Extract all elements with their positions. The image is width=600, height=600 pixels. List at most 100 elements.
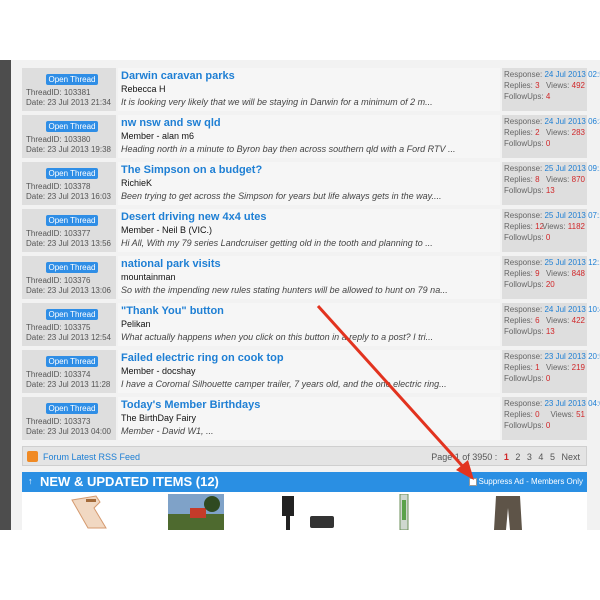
followups-label: FollowUps: xyxy=(504,186,544,195)
open-thread-button[interactable]: Open Thread xyxy=(46,168,98,179)
page-link-2[interactable]: 2 xyxy=(515,452,520,462)
thread-title-link[interactable]: Desert driving new 4x4 utes xyxy=(121,211,267,223)
thread-author: Member - Neil B (VIC.) xyxy=(121,225,213,235)
page-bottom xyxy=(0,530,600,600)
thread-date: Date: 23 Jul 2013 12:54 xyxy=(26,333,111,342)
thread-stats-cell: Response: 23 Jul 2013 20:54 Replies: 1 V… xyxy=(502,350,600,393)
views-label: Views: xyxy=(545,269,570,278)
thread-date-label: Date: xyxy=(26,286,46,295)
product-image-1[interactable] xyxy=(66,494,114,530)
followups-stat: FollowUps: 4 xyxy=(504,92,550,101)
open-thread-button[interactable]: Open Thread xyxy=(46,309,98,320)
followups-label: FollowUps: xyxy=(504,421,544,430)
followups-stat: FollowUps: 0 xyxy=(504,421,550,430)
response-date: 23 Jul 2013 04:00 xyxy=(544,399,600,408)
thread-title-link[interactable]: Darwin caravan parks xyxy=(121,70,235,82)
open-thread-button[interactable]: Open Thread xyxy=(46,121,98,132)
page-link-5[interactable]: 5 xyxy=(550,452,555,462)
replies-count: 3 xyxy=(535,81,540,90)
followups-stat: FollowUps: 0 xyxy=(504,139,550,148)
thread-excerpt: Hi All, With my 79 series Landcruiser ge… xyxy=(121,238,433,248)
open-thread-button[interactable]: Open Thread xyxy=(46,74,98,85)
thread-title-link[interactable]: The Simpson on a budget? xyxy=(121,164,262,176)
product-image-5[interactable] xyxy=(490,494,526,530)
thread-excerpt: What actually happens when you click on … xyxy=(121,332,434,342)
thread-content-cell: national park visits mountainman So with… xyxy=(118,256,500,299)
thread-list-footer: Forum Latest RSS Feed Page 1 of 3950 : 1… xyxy=(22,446,587,466)
rss-icon[interactable] xyxy=(27,451,38,462)
thread-date-value: 23 Jul 2013 21:34 xyxy=(47,98,111,107)
followups-label: FollowUps: xyxy=(504,327,544,336)
replies-stat: Replies: 8 xyxy=(504,175,540,184)
response-date: 25 Jul 2013 07:11 xyxy=(544,211,600,220)
open-thread-button[interactable]: Open Thread xyxy=(46,262,98,273)
page-link-4[interactable]: 4 xyxy=(538,452,543,462)
thread-date-label: Date: xyxy=(26,427,46,436)
thread-author: mountainman xyxy=(121,272,176,282)
page-link-3[interactable]: 3 xyxy=(527,452,532,462)
rss-feed-link[interactable]: Forum Latest RSS Feed xyxy=(43,452,140,462)
response-label: Response: xyxy=(504,352,543,361)
followups-label: FollowUps: xyxy=(504,139,544,148)
views-label: Views: xyxy=(545,316,570,325)
product-image-3[interactable] xyxy=(268,494,340,530)
views-count: 870 xyxy=(571,175,585,184)
replies-label: Replies: xyxy=(504,81,533,90)
thread-excerpt: It is looking very likely that we will b… xyxy=(121,97,433,107)
replies-count: 2 xyxy=(535,128,540,137)
replies-count: 1 xyxy=(535,363,540,372)
thread-id-value: 103375 xyxy=(63,323,91,332)
thread-content-cell: nw nsw and sw qld Member - alan m6 Headi… xyxy=(118,115,500,158)
thread-id: ThreadID: 103374 xyxy=(26,370,91,379)
thread-title-link[interactable]: nw nsw and sw qld xyxy=(121,117,221,129)
replies-stat: Replies: 3 xyxy=(504,81,540,90)
views-label: Views: xyxy=(545,363,570,372)
thread-stats-cell: Response: 24 Jul 2013 10:48 Replies: 6 V… xyxy=(502,303,600,346)
thread-date: Date: 23 Jul 2013 19:38 xyxy=(26,145,111,154)
thread-row: Open Thread ThreadID: 103380 Date: 23 Ju… xyxy=(22,115,600,158)
response-date: 24 Jul 2013 06:30 xyxy=(544,117,600,126)
followups-stat: FollowUps: 0 xyxy=(504,374,550,383)
replies-count: 0 xyxy=(535,410,540,419)
thread-meta-cell: Open Thread ThreadID: 103377 Date: 23 Ju… xyxy=(22,209,116,252)
views-count: 283 xyxy=(571,128,585,137)
page-link-1[interactable]: 1 xyxy=(504,452,509,462)
product-image-4[interactable] xyxy=(394,494,414,530)
open-thread-button[interactable]: Open Thread xyxy=(46,215,98,226)
next-page-link[interactable]: Next xyxy=(561,452,580,462)
response-stat: Response: 24 Jul 2013 02:59 xyxy=(504,70,600,79)
replies-label: Replies: xyxy=(504,269,533,278)
thread-title-link[interactable]: Failed electric ring on cook top xyxy=(121,352,284,364)
views-count: 422 xyxy=(571,316,585,325)
thread-stats-cell: Response: 25 Jul 2013 12:14 Replies: 9 V… xyxy=(502,256,600,299)
thread-id-label: ThreadID: xyxy=(26,323,62,332)
replies-count: 8 xyxy=(535,175,540,184)
open-thread-button[interactable]: Open Thread xyxy=(46,403,98,414)
open-thread-button[interactable]: Open Thread xyxy=(46,356,98,367)
views-label: Views: xyxy=(542,222,566,231)
thread-date: Date: 23 Jul 2013 04:00 xyxy=(26,427,111,436)
product-image-2[interactable] xyxy=(168,494,224,530)
new-items-banner: ↑ NEW & UPDATED ITEMS (12) Suppress Ad -… xyxy=(22,472,587,492)
suppress-ad-checkbox[interactable] xyxy=(468,477,477,486)
replies-label: Replies: xyxy=(504,410,533,419)
thread-content-cell: Desert driving new 4x4 utes Member - Nei… xyxy=(118,209,500,252)
thread-author: Rebecca H xyxy=(121,84,166,94)
thread-title-link[interactable]: Today's Member Birthdays xyxy=(121,399,260,411)
views-stat: Views: 492 xyxy=(546,81,585,90)
response-stat: Response: 25 Jul 2013 12:14 xyxy=(504,258,600,267)
views-label: Views: xyxy=(550,410,574,419)
thread-author: The BirthDay Fairy xyxy=(121,413,197,423)
suppress-ad-toggle[interactable]: Suppress Ad - Members Only xyxy=(468,477,583,486)
thread-title-link[interactable]: "Thank You" button xyxy=(121,305,224,317)
thread-id: ThreadID: 103380 xyxy=(26,135,91,144)
views-stat: Views: 422 xyxy=(546,316,585,325)
thread-content-cell: "Thank You" button Pelikan What actually… xyxy=(118,303,500,346)
arrow-up-icon[interactable]: ↑ xyxy=(28,476,38,488)
thread-row: Open Thread ThreadID: 103374 Date: 23 Ju… xyxy=(22,350,600,393)
thread-stats-cell: Response: 25 Jul 2013 07:11 Replies: 12 … xyxy=(502,209,600,252)
views-label: Views: xyxy=(545,175,570,184)
thread-title-link[interactable]: national park visits xyxy=(121,258,221,270)
followups-count: 0 xyxy=(545,421,551,430)
thread-id: ThreadID: 103373 xyxy=(26,417,91,426)
